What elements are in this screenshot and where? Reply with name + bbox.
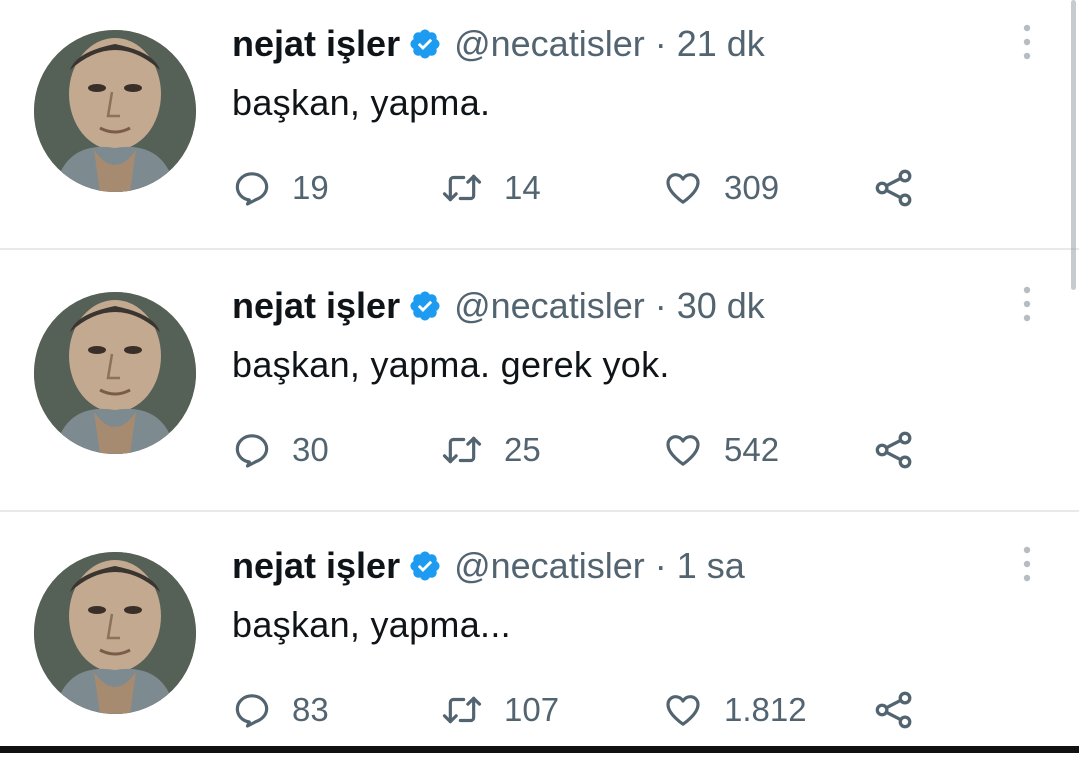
heart-icon [662, 168, 704, 208]
avatar[interactable] [34, 552, 196, 714]
handle[interactable]: @necatisler [454, 23, 645, 65]
divider [0, 510, 1079, 512]
tweet-actions: 19 14 309 [232, 160, 952, 216]
separator-dot: · [654, 285, 667, 326]
like-count: 309 [724, 169, 780, 206]
timestamp[interactable]: 1 sa [677, 545, 745, 587]
handle[interactable]: @necatisler [454, 285, 645, 327]
more-vertical-icon[interactable] [1018, 18, 1036, 66]
tweet-text: başkan, yapma. [232, 82, 491, 123]
tweet-header: nejat işler @necatisler · 21 dk [232, 20, 765, 68]
heart-icon [662, 690, 704, 730]
retweet-count: 25 [504, 431, 541, 468]
tweet[interactable]: nejat işler @necatisler · 1 sa başkan, y… [0, 522, 1079, 780]
retweet-count: 107 [504, 691, 560, 728]
reply-button[interactable]: 30 [232, 422, 329, 478]
share-icon [872, 428, 916, 472]
divider [0, 248, 1079, 250]
scrollbar[interactable] [1071, 0, 1076, 290]
bottom-edge [0, 746, 1079, 753]
tweet[interactable]: nejat işler @necatisler · 30 dk başkan, … [0, 262, 1079, 520]
tweet-actions: 30 25 542 [232, 422, 952, 478]
tweet-actions: 83 107 1.812 [232, 682, 952, 738]
avatar[interactable] [34, 292, 196, 454]
separator-dot: · [654, 545, 667, 586]
separator-dot: · [654, 23, 667, 64]
like-count: 542 [724, 431, 780, 468]
share-icon [872, 166, 916, 210]
share-button[interactable] [872, 160, 916, 216]
reply-count: 83 [292, 691, 329, 728]
share-icon [872, 688, 916, 732]
retweet-button[interactable]: 25 [440, 422, 541, 478]
more-vertical-icon[interactable] [1018, 540, 1036, 588]
retweet-icon [440, 168, 484, 208]
reply-bubble-icon [232, 168, 272, 208]
tweet-text: başkan, yapma... [232, 604, 511, 645]
tweet[interactable]: nejat işler @necatisler · 21 dk başkan, … [0, 0, 1079, 258]
reply-button[interactable]: 83 [232, 682, 329, 738]
more-vertical-icon[interactable] [1018, 280, 1036, 328]
like-button[interactable]: 1.812 [662, 682, 807, 738]
reply-bubble-icon [232, 430, 272, 470]
heart-icon [662, 430, 704, 470]
verified-badge-icon [408, 289, 442, 323]
timestamp[interactable]: 21 dk [677, 23, 765, 65]
retweet-icon [440, 690, 484, 730]
verified-badge-icon [408, 549, 442, 583]
retweet-icon [440, 430, 484, 470]
like-count: 1.812 [724, 691, 807, 728]
share-button[interactable] [872, 682, 916, 738]
retweet-button[interactable]: 14 [440, 160, 541, 216]
retweet-count: 14 [504, 169, 541, 206]
retweet-button[interactable]: 107 [440, 682, 559, 738]
like-button[interactable]: 309 [662, 160, 779, 216]
display-name[interactable]: nejat işler [232, 285, 400, 327]
reply-button[interactable]: 19 [232, 160, 329, 216]
display-name[interactable]: nejat işler [232, 545, 400, 587]
handle[interactable]: @necatisler [454, 545, 645, 587]
tweet-feed: nejat işler @necatisler · 21 dk başkan, … [0, 0, 1079, 753]
tweet-header: nejat işler @necatisler · 1 sa [232, 542, 745, 590]
display-name[interactable]: nejat işler [232, 23, 400, 65]
tweet-header: nejat işler @necatisler · 30 dk [232, 282, 765, 330]
reply-count: 30 [292, 431, 329, 468]
like-button[interactable]: 542 [662, 422, 779, 478]
reply-count: 19 [292, 169, 329, 206]
share-button[interactable] [872, 422, 916, 478]
tweet-text: başkan, yapma. gerek yok. [232, 344, 670, 385]
avatar[interactable] [34, 30, 196, 192]
reply-bubble-icon [232, 690, 272, 730]
timestamp[interactable]: 30 dk [677, 285, 765, 327]
verified-badge-icon [408, 27, 442, 61]
